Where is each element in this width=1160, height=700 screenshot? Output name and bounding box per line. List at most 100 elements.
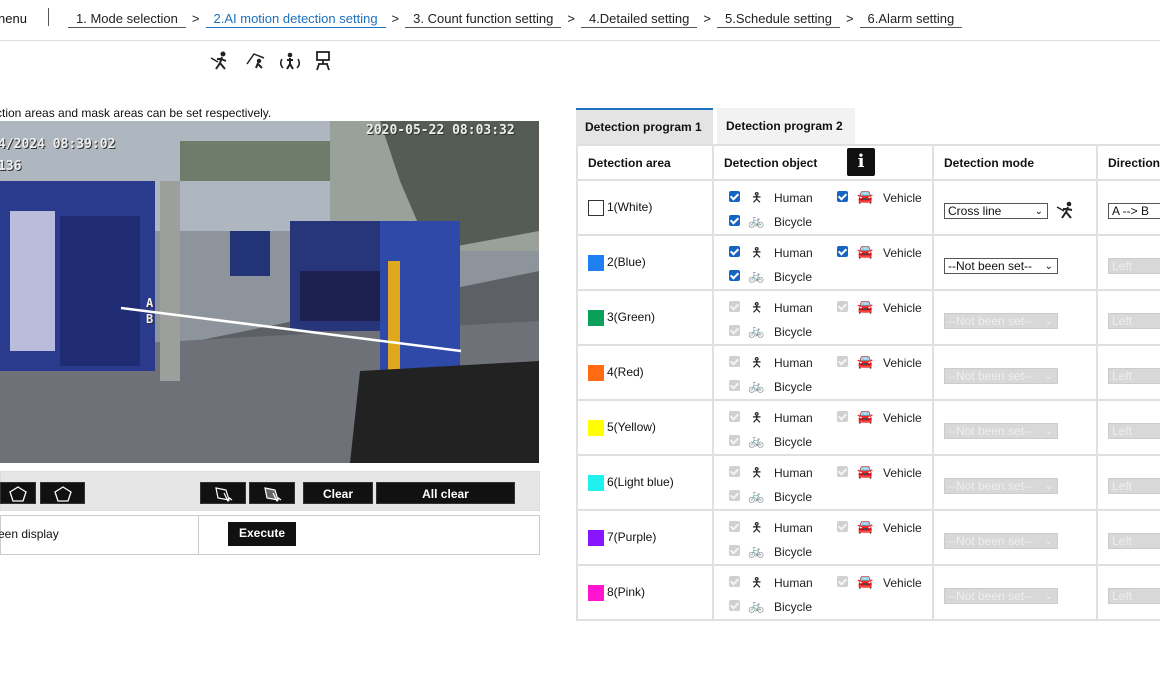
human-checkbox[interactable] [729, 246, 740, 257]
chevron-down-icon: ⌄ [1044, 426, 1053, 437]
human-icon: 🯅 [751, 300, 763, 315]
bicycle-checkbox[interactable] [729, 490, 740, 501]
bicycle-checkbox[interactable] [729, 545, 740, 556]
area-name: 5(Yellow) [607, 419, 656, 434]
human-label: Human [774, 356, 813, 370]
detection-mode-cell: --Not been set-- ⌄ [932, 564, 1098, 621]
bicycle-icon: 🚲 [748, 323, 765, 338]
detection-mode-select[interactable]: Cross line ⌄ [944, 203, 1048, 219]
detection-mode-select[interactable]: --Not been set-- ⌄ [944, 313, 1058, 329]
area-name: 1(White) [607, 199, 653, 214]
screen-display-row: een display Execute [0, 515, 540, 555]
pointer-select-icon [215, 487, 233, 503]
select-area-button[interactable] [200, 482, 246, 504]
chevron-down-icon: ⌄ [1044, 371, 1053, 382]
detection-object-cell: 🯅 Human 🚘 Vehicle 🚲 Bicycle [712, 564, 934, 621]
human-checkbox[interactable] [729, 411, 740, 422]
header-detection-area: Detection area [576, 144, 714, 181]
human-checkbox[interactable] [729, 576, 740, 587]
detection-mode-cell: --Not been set-- ⌄ [932, 399, 1098, 456]
select-mask-button[interactable] [249, 482, 295, 504]
detection-mode-cell: Cross line ⌄ [932, 179, 1098, 236]
human-checkbox[interactable] [729, 466, 740, 477]
tab-detection-program-1[interactable]: Detection program 1 [576, 108, 713, 144]
direction-value: Left [1112, 314, 1133, 328]
bicycle-icon: 🚲 [748, 543, 765, 558]
direction-value: Left [1112, 479, 1133, 493]
menu-link[interactable]: nenu [0, 11, 27, 26]
direction-cell: Left [1096, 454, 1160, 511]
tab-detection-program-2[interactable]: Detection program 2 [717, 108, 855, 144]
bicycle-checkbox[interactable] [729, 215, 740, 226]
human-checkbox[interactable] [729, 521, 740, 532]
execute-button[interactable]: Execute [228, 522, 296, 546]
step-ai-motion-detection[interactable]: 2.AI motion detection setting [205, 11, 386, 28]
info-icon[interactable]: i [847, 148, 875, 176]
table-row: 2(Blue) 🯅 Human 🚘 Vehicle 🚲 Bicycle --No… [576, 234, 1160, 291]
clear-button[interactable]: Clear [303, 482, 373, 504]
detection-mode-select[interactable]: --Not been set-- ⌄ [944, 423, 1058, 439]
direction-value: Left [1112, 534, 1133, 548]
top-navigation: nenu 1. Mode selection >2.AI motion detec… [0, 0, 1160, 41]
header-direction: Direction [1096, 144, 1160, 181]
human-label: Human [774, 576, 813, 590]
human-checkbox[interactable] [729, 301, 740, 312]
detection-mode-select[interactable]: --Not been set-- ⌄ [944, 368, 1058, 384]
human-checkbox[interactable] [729, 191, 740, 202]
vehicle-checkbox[interactable] [837, 246, 848, 257]
draw-polygon-small-button[interactable] [0, 482, 36, 504]
vehicle-checkbox[interactable] [837, 576, 848, 587]
step-mode-selection[interactable]: 1. Mode selection [68, 11, 186, 28]
detection-mode-select[interactable]: --Not been set-- ⌄ [944, 533, 1058, 549]
detection-mode-select[interactable]: --Not been set-- ⌄ [944, 478, 1058, 494]
bicycle-checkbox[interactable] [729, 600, 740, 611]
direction-select[interactable]: Left [1108, 478, 1160, 494]
breadcrumb: 1. Mode selection >2.AI motion detection … [68, 11, 963, 28]
human-label: Human [774, 521, 813, 535]
vehicle-checkbox[interactable] [837, 301, 848, 312]
vehicle-checkbox[interactable] [837, 191, 848, 202]
vehicle-checkbox[interactable] [837, 356, 848, 367]
bicycle-label: Bicycle [774, 600, 813, 614]
loitering-icon [278, 50, 302, 72]
direction-select[interactable]: Left [1108, 423, 1160, 439]
bicycle-checkbox[interactable] [729, 435, 740, 446]
step-alarm-setting[interactable]: 6.Alarm setting [859, 11, 963, 28]
bicycle-checkbox[interactable] [729, 270, 740, 281]
direction-select[interactable]: Left [1108, 258, 1160, 274]
detection-mode-select[interactable]: --Not been set-- ⌄ [944, 258, 1058, 274]
vehicle-checkbox[interactable] [837, 466, 848, 477]
direction-cell: Left [1096, 234, 1160, 291]
vehicle-label: Vehicle [883, 356, 922, 370]
step-schedule-setting[interactable]: 5.Schedule setting [716, 11, 840, 28]
detection-mode-cell: --Not been set-- ⌄ [932, 344, 1098, 401]
detection-area-cell: 3(Green) [576, 289, 714, 346]
vehicle-checkbox[interactable] [837, 411, 848, 422]
direction-select[interactable]: Left [1108, 313, 1160, 329]
direction-select[interactable]: Left [1108, 588, 1160, 604]
detection-mode-cell: --Not been set-- ⌄ [932, 454, 1098, 511]
detection-mode-value: Cross line [948, 204, 1002, 218]
camera-view[interactable]: 2020-05-22 08:03:32 4/2024 08:39:02 136 … [0, 121, 539, 463]
direction-select[interactable]: Left [1108, 533, 1160, 549]
bicycle-label: Bicycle [774, 380, 813, 394]
area-name: 3(Green) [607, 309, 656, 324]
direction-select[interactable]: A --> B [1108, 203, 1160, 219]
step-detailed-setting[interactable]: 4.Detailed setting [580, 11, 698, 28]
vehicle-checkbox[interactable] [837, 521, 848, 532]
direction-cell: Left [1096, 564, 1160, 621]
bicycle-checkbox[interactable] [729, 325, 740, 336]
all-clear-button[interactable]: All clear [376, 482, 515, 504]
breadcrumb-arrow: > [191, 11, 200, 26]
vehicle-icon: 🚘 [857, 299, 874, 314]
vehicle-icon: 🚘 [857, 464, 874, 479]
human-checkbox[interactable] [729, 356, 740, 367]
bicycle-checkbox[interactable] [729, 380, 740, 391]
step-count-function[interactable]: 3. Count function setting [405, 11, 562, 28]
table-row: 5(Yellow) 🯅 Human 🚘 Vehicle 🚲 Bicycle --… [576, 399, 1160, 456]
detection-mode-value: --Not been set-- [948, 259, 1033, 273]
direction-select[interactable]: Left [1108, 368, 1160, 384]
detection-mode-select[interactable]: --Not been set-- ⌄ [944, 588, 1058, 604]
area-name: 6(Light blue) [607, 474, 674, 489]
draw-polygon-button[interactable] [40, 482, 85, 504]
